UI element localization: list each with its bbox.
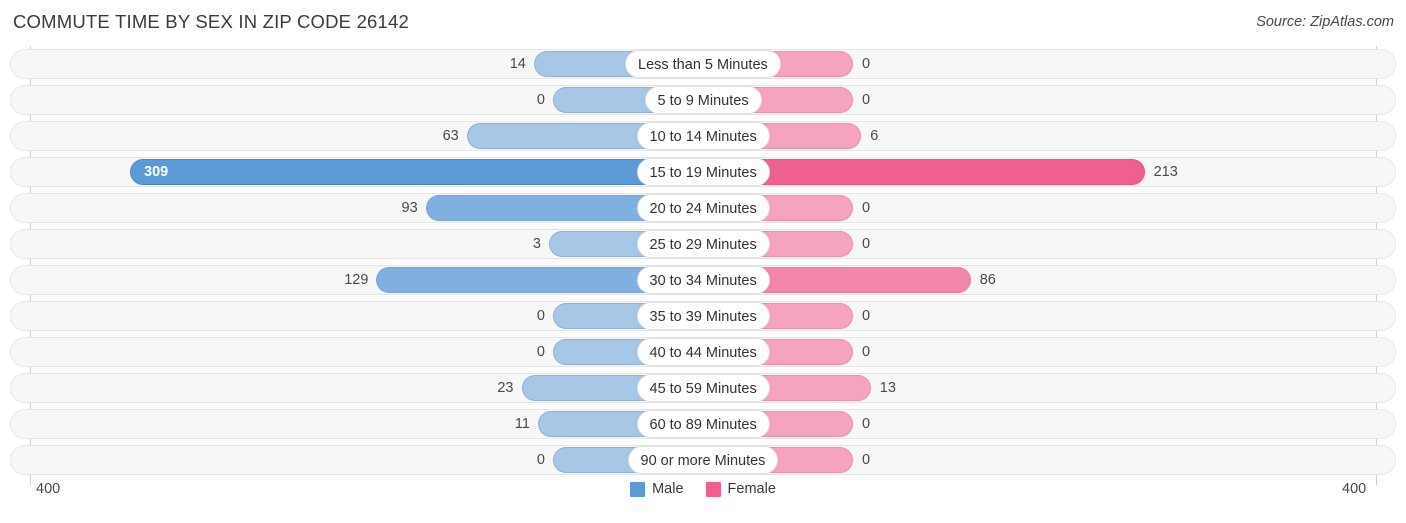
legend-item-female[interactable]: Female [705,481,776,497]
value-label-male: 14 [509,56,526,72]
value-label-female: 0 [862,308,871,324]
row-bars: 0 0 5 to 9 Minutes [0,85,1406,115]
category-label-pill: 15 to 19 Minutes [636,158,770,186]
chart-footer: 400 400 Male Female [0,477,1406,517]
category-label-pill: 45 to 59 Minutes [636,374,770,402]
legend-label-female: Female [727,481,776,497]
bar-row: 129 86 30 to 34 Minutes [0,265,1406,295]
value-label-female: 0 [862,236,871,252]
legend-label-male: Male [652,481,684,497]
category-label-pill: 10 to 14 Minutes [636,122,770,150]
bar-row: 11 0 60 to 89 Minutes [0,409,1406,439]
value-label-male: 309 [144,164,169,180]
bar-row: 23 13 45 to 59 Minutes [0,373,1406,403]
page-title: COMMUTE TIME BY SEX IN ZIP CODE 26142 [13,11,410,32]
row-bars: 0 0 40 to 44 Minutes [0,337,1406,367]
value-label-male: 23 [497,380,514,396]
value-label-female: 86 [979,272,996,288]
category-label-pill: 35 to 39 Minutes [636,302,770,330]
category-label-pill: 20 to 24 Minutes [636,194,770,222]
category-label-pill: 25 to 29 Minutes [636,230,770,258]
chart-header: COMMUTE TIME BY SEX IN ZIP CODE 26142 So… [0,0,1406,46]
value-label-female: 13 [879,380,896,396]
value-label-female: 0 [862,56,871,72]
row-bars: 309 213 15 to 19 Minutes [0,157,1406,187]
row-bars: 11 0 60 to 89 Minutes [0,409,1406,439]
bar-rows-container: 14 0 Less than 5 Minutes 0 0 5 to 9 Minutes 63… [0,49,1406,481]
legend-item-male[interactable]: Male [630,481,684,497]
row-bars: 93 0 20 to 24 Minutes [0,193,1406,223]
value-label-male: 3 [532,236,541,252]
value-label-male: 0 [536,308,545,324]
row-bars: 129 86 30 to 34 Minutes [0,265,1406,295]
bar-row: 0 0 40 to 44 Minutes [0,337,1406,367]
row-bars: 14 0 Less than 5 Minutes [0,49,1406,79]
value-label-female: 0 [862,200,871,216]
value-label-male: 11 [514,416,530,432]
value-label-female: 0 [862,416,871,432]
row-bars: 23 13 45 to 59 Minutes [0,373,1406,403]
bar-row: 0 0 5 to 9 Minutes [0,85,1406,115]
bar-row: 309 213 15 to 19 Minutes [0,157,1406,187]
category-label-pill: 60 to 89 Minutes [636,410,770,438]
chart-plot-area: 14 0 Less than 5 Minutes 0 0 5 to 9 Minutes 63… [0,46,1406,485]
value-label-male: 129 [344,272,369,288]
bar-row: 63 6 10 to 14 Minutes [0,121,1406,151]
row-bars: 0 0 35 to 39 Minutes [0,301,1406,331]
category-label-pill: 5 to 9 Minutes [644,86,762,114]
category-label-pill: 40 to 44 Minutes [636,338,770,366]
row-bars: 0 0 90 or more Minutes [0,445,1406,475]
value-label-female: 0 [862,92,871,108]
category-label-pill: 90 or more Minutes [627,446,779,474]
bar-row: 3 0 25 to 29 Minutes [0,229,1406,259]
source-attribution: Source: ZipAtlas.com [1256,14,1394,30]
bar-row: 14 0 Less than 5 Minutes [0,49,1406,79]
bar-row: 0 0 90 or more Minutes [0,445,1406,475]
value-label-male: 0 [536,92,545,108]
bar-row: 93 0 20 to 24 Minutes [0,193,1406,223]
category-label-pill: Less than 5 Minutes [625,50,781,78]
bar-row: 0 0 35 to 39 Minutes [0,301,1406,331]
chart-legend: Male Female [0,481,1406,497]
value-label-female: 0 [862,344,871,360]
category-label-pill: 30 to 34 Minutes [636,266,770,294]
value-label-female: 0 [862,452,871,468]
row-bars: 63 6 10 to 14 Minutes [0,121,1406,151]
value-label-male: 93 [401,200,418,216]
value-label-male: 0 [536,452,545,468]
value-label-female: 6 [870,128,879,144]
value-label-male: 0 [536,344,545,360]
legend-swatch-male-icon [630,481,646,497]
value-label-female: 213 [1153,164,1178,180]
value-label-male: 63 [442,128,459,144]
row-bars: 3 0 25 to 29 Minutes [0,229,1406,259]
legend-swatch-female-icon [705,481,721,497]
